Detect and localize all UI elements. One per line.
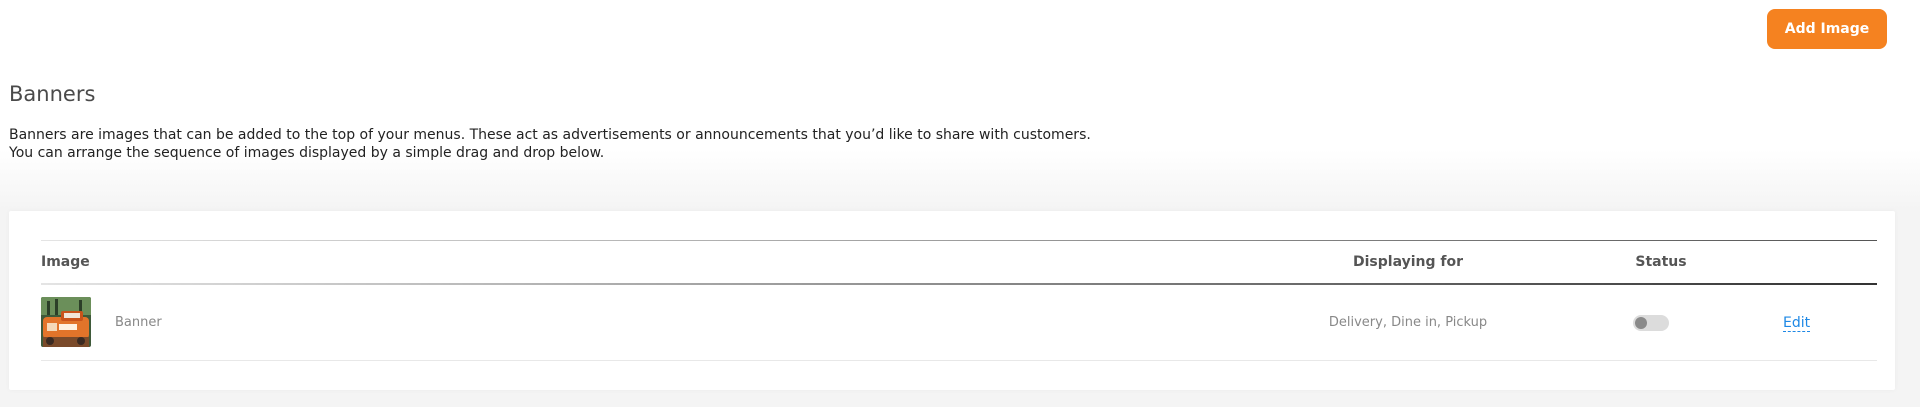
edit-link[interactable]: Edit: [1783, 315, 1811, 332]
page-title: Banners: [9, 82, 96, 106]
banners-card: Image Displaying for Status Banner Deliv…: [9, 211, 1895, 390]
add-image-button[interactable]: Add Image: [1767, 9, 1887, 49]
banner-name: Banner: [115, 315, 162, 330]
column-header-displaying-for: Displaying for: [1353, 254, 1463, 270]
column-header-status: Status: [1635, 254, 1687, 270]
column-header-image: Image: [41, 254, 90, 270]
table-top-divider: [41, 240, 1877, 241]
status-toggle[interactable]: [1633, 315, 1669, 331]
status-toggle-knob: [1635, 317, 1647, 329]
description-line-2: You can arrange the sequence of images d…: [9, 145, 605, 161]
table-row-divider: [41, 360, 1877, 361]
banner-displaying-for: Delivery, Dine in, Pickup: [1328, 315, 1488, 330]
banners-page: Add Image Banners Banners are images tha…: [0, 0, 1920, 407]
description-line-1: Banners are images that can be added to …: [9, 127, 1091, 143]
banner-image-thumbnail-icon: [41, 297, 91, 347]
banner-thumbnail-image[interactable]: [41, 297, 91, 347]
section-description: Banners are images that can be added to …: [9, 126, 1091, 162]
table-header-divider: [41, 283, 1877, 285]
